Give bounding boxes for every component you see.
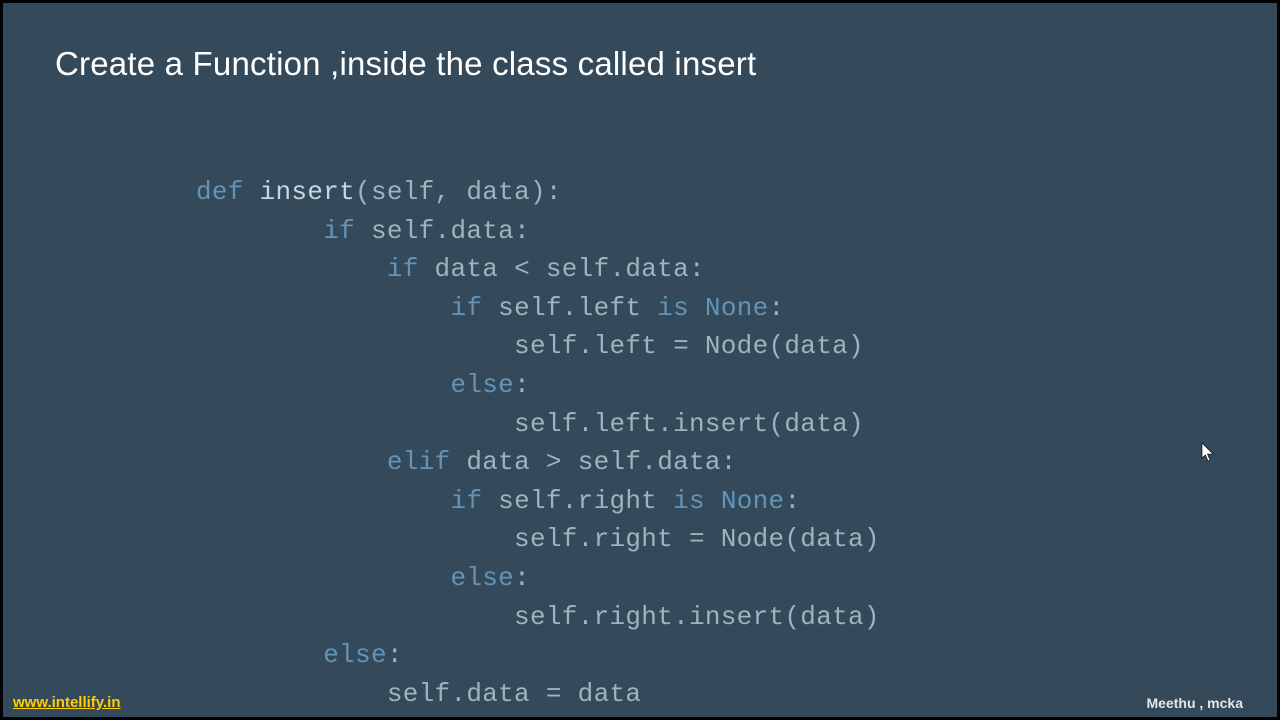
code-token: self.data: bbox=[355, 216, 530, 246]
code-token-kw-flow: is bbox=[657, 293, 689, 323]
code-token: : bbox=[387, 640, 403, 670]
code-token-kw-flow: if bbox=[450, 486, 482, 516]
code-token bbox=[196, 563, 450, 593]
code-token: : bbox=[769, 293, 785, 323]
code-token bbox=[196, 216, 323, 246]
code-token-kw-none: None bbox=[721, 486, 785, 516]
code-token: self.right.insert(data) bbox=[196, 602, 880, 632]
footer-author: Meethu , mcka bbox=[1147, 695, 1243, 711]
code-token bbox=[244, 177, 260, 207]
code-token bbox=[196, 447, 387, 477]
code-token-kw-flow: if bbox=[387, 254, 419, 284]
code-token: self.left = Node(data) bbox=[196, 331, 864, 361]
code-token: : bbox=[514, 370, 530, 400]
code-token bbox=[196, 486, 450, 516]
code-token-kw-flow: if bbox=[450, 293, 482, 323]
code-token-kw-flow: else bbox=[450, 563, 514, 593]
code-token bbox=[196, 293, 450, 323]
slide-title: Create a Function ,inside the class call… bbox=[55, 45, 756, 83]
code-token: self.left.insert(data) bbox=[196, 409, 864, 439]
code-token: data > self.data: bbox=[450, 447, 736, 477]
code-token-kw-none: None bbox=[705, 293, 769, 323]
code-token bbox=[689, 293, 705, 323]
code-token: : bbox=[784, 486, 800, 516]
footer-link[interactable]: www.intellify.in bbox=[13, 694, 121, 711]
code-block: def insert(self, data): if self.data: if… bbox=[196, 173, 880, 713]
code-token-kw-flow: elif bbox=[387, 447, 451, 477]
code-token-kw-flow: is bbox=[673, 486, 705, 516]
code-token bbox=[196, 640, 323, 670]
code-token-kw-flow: else bbox=[450, 370, 514, 400]
code-token: data < self.data: bbox=[419, 254, 705, 284]
code-token bbox=[196, 370, 450, 400]
mouse-cursor-icon bbox=[1201, 443, 1215, 463]
code-token: self.left bbox=[482, 293, 657, 323]
code-token: (self, data): bbox=[355, 177, 562, 207]
code-token: self.data = data bbox=[196, 679, 641, 709]
code-token-kw-flow: else bbox=[323, 640, 387, 670]
code-token-fn-name: insert bbox=[260, 177, 355, 207]
code-token-kw-def: def bbox=[196, 177, 244, 207]
code-token-kw-flow: if bbox=[323, 216, 355, 246]
code-token: self.right bbox=[482, 486, 673, 516]
code-token: self.right = Node(data) bbox=[196, 524, 880, 554]
code-token bbox=[196, 254, 387, 284]
code-token: : bbox=[514, 563, 530, 593]
code-token bbox=[705, 486, 721, 516]
